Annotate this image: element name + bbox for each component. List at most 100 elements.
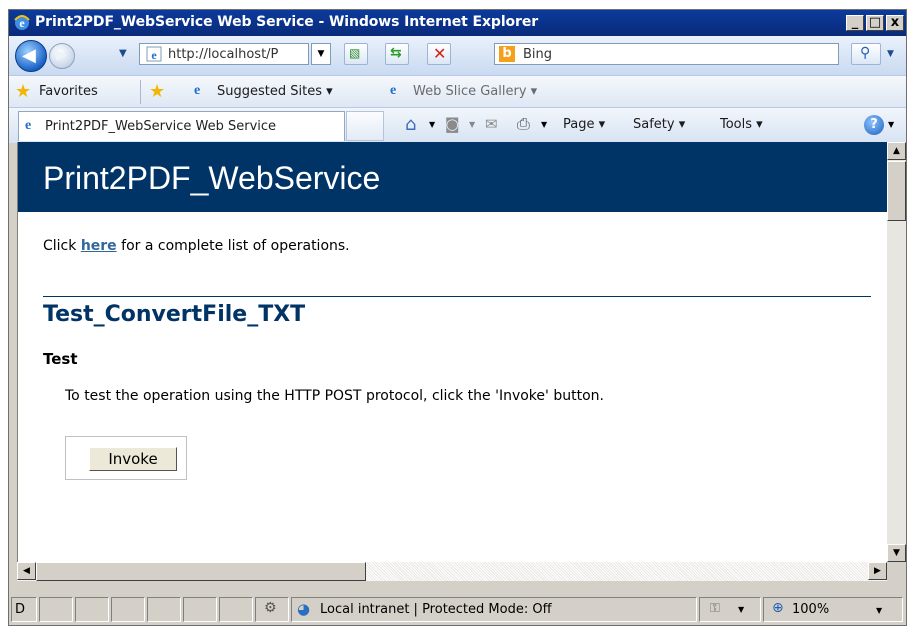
page-title: Print2PDF_WebService [43, 160, 381, 196]
tools-menu[interactable]: Tools ▾ [720, 117, 763, 132]
close-button[interactable]: x [886, 15, 904, 31]
search-button[interactable]: ⚲ [851, 43, 881, 65]
minimize-button[interactable]: _ [846, 15, 864, 31]
window-title: Print2PDF_WebService Web Service - Windo… [35, 14, 539, 30]
home-icon[interactable]: ⌂ [405, 114, 416, 135]
intranet-zone-icon: ◕ [297, 600, 311, 618]
page-menu-label: Page [563, 117, 595, 132]
compatibility-icon: ▧ [349, 46, 361, 60]
security-icon: ⚿ [710, 601, 720, 616]
status-cell [147, 597, 181, 622]
intro-after: for a complete list of operations. [116, 238, 350, 254]
refresh-button[interactable]: ⇆ [385, 43, 409, 65]
feeds-icon[interactable]: ◙ [445, 115, 460, 133]
zoom-cell[interactable]: ⊕ 100% ▼ [763, 597, 903, 622]
browser-window: e Print2PDF_WebService Web Service - Win… [8, 9, 907, 626]
tab-label: Print2PDF_WebService Web Service [45, 119, 277, 134]
operation-title: Test_ConvertFile_TXT [43, 302, 306, 327]
invoke-button[interactable]: Invoke [89, 447, 177, 471]
home-dropdown-icon[interactable]: ▼ [429, 120, 435, 129]
invoke-form: Invoke [65, 436, 187, 480]
new-tab-button[interactable] [346, 111, 384, 141]
print-dropdown-icon[interactable]: ▼ [541, 120, 547, 129]
feeds-dropdown-icon[interactable]: ▼ [469, 120, 475, 129]
heading-band: Print2PDF_WebService [18, 142, 887, 212]
test-heading: Test [43, 350, 78, 368]
protected-mode-cell[interactable]: ⚿ ▼ [699, 597, 761, 622]
zone-status-cell[interactable]: ◕ Local intranet | Protected Mode: Off [291, 597, 697, 622]
svg-text:e: e [151, 48, 157, 62]
suggested-sites-ie-icon: e [194, 83, 201, 98]
address-dropdown-button[interactable]: ▼ [311, 43, 331, 65]
scroll-corner [887, 562, 906, 581]
addons-status-cell[interactable]: ⚙ [255, 597, 289, 622]
favorites-star-icon: ★ [15, 81, 32, 102]
print-icon[interactable]: ⎙ [517, 114, 530, 134]
help-dropdown-icon[interactable]: ▼ [888, 120, 894, 129]
favorites-bar: ★ Favorites ★ e Suggested Sites ▾ e Web … [9, 75, 906, 108]
compatibility-view-button[interactable]: ▧ [344, 43, 368, 65]
page-content: Print2PDF_WebService Click here for a co… [17, 142, 887, 562]
navigation-bar: ◀ ▶ ▼ e http://localhost/P ▼ ▧ ⇆ ✕ b Bin… [9, 36, 906, 75]
address-text[interactable]: http://localhost/P [168, 47, 278, 62]
status-cell [111, 597, 145, 622]
status-cell [39, 597, 73, 622]
help-icon[interactable]: ? [864, 115, 884, 135]
tab-print2pdf[interactable]: e Print2PDF_WebService Web Service [18, 111, 345, 141]
vertical-scrollbar[interactable]: ▲ ▼ [887, 142, 906, 562]
stop-button[interactable]: ✕ [427, 43, 451, 65]
favorites-button[interactable]: Favorites [39, 84, 98, 99]
maximize-button[interactable]: □ [866, 15, 884, 31]
scroll-left-button[interactable]: ◀ [17, 562, 36, 580]
addons-icon: ⚙ [264, 600, 277, 616]
web-slice-gallery-link[interactable]: Web Slice Gallery ▾ [413, 84, 537, 99]
zoom-level: 100% [792, 602, 830, 617]
status-cell [183, 597, 217, 622]
intro-before: Click [43, 238, 81, 254]
operations-list-link[interactable]: here [81, 238, 117, 254]
svg-text:e: e [19, 16, 25, 30]
scroll-up-button[interactable]: ▲ [887, 142, 906, 160]
page-ie-icon: e [146, 46, 162, 62]
search-icon: ⚲ [860, 45, 871, 61]
status-cell [219, 597, 253, 622]
web-slice-ie-icon: e [390, 83, 397, 98]
status-bar: D ⚙ ◕ Local intranet | Protected Mode: O… [9, 594, 906, 625]
address-bar[interactable]: e http://localhost/P [139, 43, 309, 65]
favorites-separator [140, 80, 141, 104]
stop-icon: ✕ [433, 44, 447, 63]
history-dropdown-icon[interactable]: ▼ [119, 48, 127, 59]
status-progress-cell: D [11, 597, 37, 622]
vertical-scroll-thumb[interactable] [887, 161, 906, 221]
suggested-sites-link[interactable]: Suggested Sites ▾ [217, 84, 333, 99]
tab-ie-icon: e [25, 118, 32, 133]
read-mail-icon[interactable]: ✉ [485, 115, 498, 133]
scroll-right-button[interactable]: ▶ [868, 562, 887, 580]
safety-menu[interactable]: Safety ▾ [633, 117, 685, 132]
safety-menu-label: Safety [633, 117, 675, 132]
back-arrow-icon: ◀ [22, 45, 36, 66]
search-options-icon[interactable]: ▼ [887, 49, 894, 59]
title-bar[interactable]: e Print2PDF_WebService Web Service - Win… [9, 10, 906, 36]
security-dropdown-icon: ▼ [738, 605, 745, 614]
search-input[interactable]: b Bing [494, 43, 839, 65]
scroll-down-button[interactable]: ▼ [887, 544, 906, 562]
horizontal-scrollbar[interactable]: ◀ ▶ [17, 562, 887, 581]
back-button[interactable]: ◀ [15, 40, 47, 72]
zoom-dropdown-icon: ▼ [876, 606, 883, 615]
refresh-icon: ⇆ [390, 45, 402, 61]
section-divider [43, 296, 871, 297]
forward-arrow-icon: ▶ [56, 47, 67, 63]
zoom-icon: ⊕ [772, 600, 784, 616]
status-cell [75, 597, 109, 622]
search-placeholder: Bing [523, 47, 553, 62]
forward-button[interactable]: ▶ [49, 43, 75, 69]
tab-command-bar: e Print2PDF_WebService Web Service ⌂ ▼ ◙… [9, 107, 906, 143]
add-to-favorites-icon[interactable]: ★ [149, 81, 165, 102]
bing-logo-icon: b [499, 46, 515, 62]
page-menu[interactable]: Page ▾ [563, 117, 605, 132]
intro-text: Click here for a complete list of operat… [43, 238, 350, 254]
horizontal-scroll-thumb[interactable] [36, 562, 366, 581]
tools-menu-label: Tools [720, 117, 753, 132]
zone-text: Local intranet | Protected Mode: Off [320, 602, 552, 617]
